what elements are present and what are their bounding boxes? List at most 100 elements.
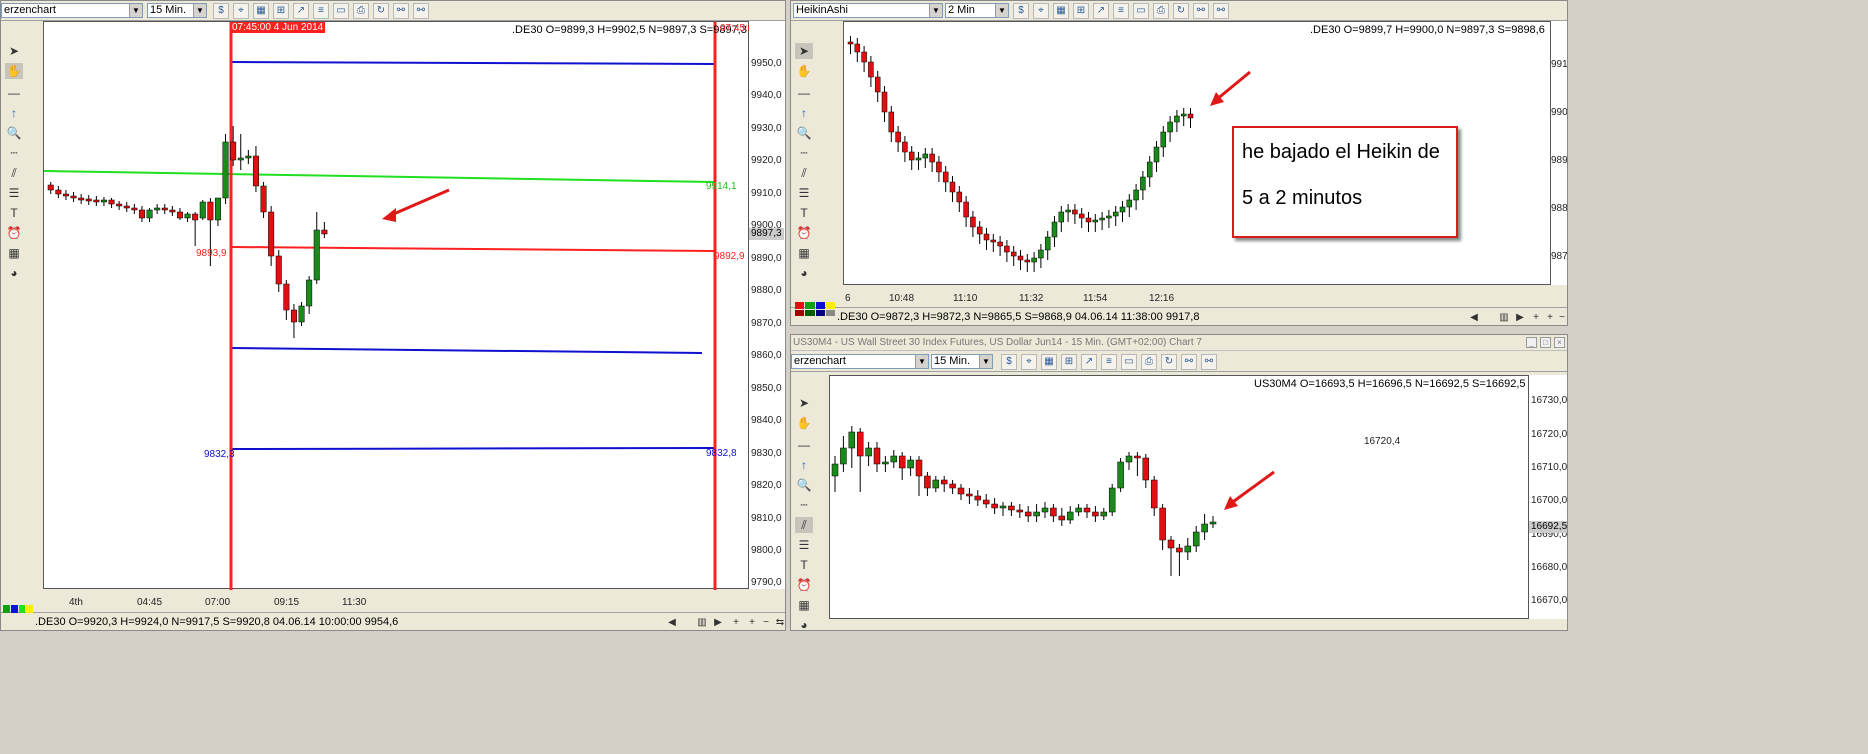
link-icon[interactable]: ⚯ (393, 3, 409, 19)
list-icon[interactable]: ≡ (1101, 354, 1117, 370)
trend-icon[interactable]: ↗ (293, 3, 309, 19)
scroll-right-icon[interactable]: ▶ (711, 616, 725, 629)
dollar-icon[interactable]: $ (1013, 3, 1029, 19)
list-icon[interactable]: ≡ (313, 3, 329, 19)
zoom-icon[interactable]: 🔍 (795, 477, 813, 493)
maximize-icon[interactable]: □ (1540, 337, 1551, 348)
minus-icon[interactable]: − (759, 616, 773, 629)
link-icon[interactable]: ⚯ (1181, 354, 1197, 370)
zoom-icon[interactable]: 🔍 (5, 125, 23, 141)
sync-icon[interactable]: ⚯ (1213, 3, 1229, 19)
autoscale-icon[interactable]: ⇆ (773, 616, 785, 629)
fib-icon[interactable]: ⫽ (795, 165, 813, 181)
minus-icon[interactable]: − (1555, 311, 1567, 324)
up-arrow-icon[interactable]: ↑ (795, 457, 813, 473)
grid-icon[interactable]: ▦ (1041, 354, 1057, 370)
interval-select[interactable]: 2 Min ▼ (945, 3, 1009, 18)
grid-icon[interactable]: ▦ (253, 3, 269, 19)
levels-icon[interactable]: ☰ (5, 185, 23, 201)
up-arrow-icon[interactable]: ↑ (5, 105, 23, 121)
refresh-icon[interactable]: ↻ (1161, 354, 1177, 370)
candle-body (1044, 236, 1051, 251)
left-chart-window: erzenchart ▼ 15 Min. ▼ $ ⌖ ▦ ⊞ ↗ ≡ ▭ ⎙ ↻ ⚯… (0, 0, 786, 631)
fib-icon[interactable]: ⫽ (795, 517, 813, 533)
levels-icon[interactable]: ☰ (795, 185, 813, 201)
line-tool-icon[interactable]: — (5, 85, 23, 101)
text-tool-icon[interactable]: T (795, 205, 813, 221)
hand-icon[interactable]: ✋ (795, 415, 813, 431)
list-icon[interactable]: ≡ (1113, 3, 1129, 19)
zoom-icon[interactable]: 🔍 (795, 125, 813, 141)
scroll-thumb[interactable]: ▥ (1497, 311, 1511, 324)
dotted-line-icon[interactable]: ┄ (5, 145, 23, 161)
dotted-line-icon[interactable]: ┄ (795, 145, 813, 161)
calculator-icon[interactable]: ▦ (795, 597, 813, 613)
hand-icon[interactable]: ✋ (795, 63, 813, 79)
calculator-icon[interactable]: ▦ (5, 245, 23, 261)
cursor-arrow-icon[interactable]: ➤ (795, 395, 813, 411)
window-title: US30M4 - US Wall Street 30 Index Futures… (791, 335, 1567, 351)
cursor-arrow-icon[interactable]: ➤ (5, 43, 23, 59)
color-swatches[interactable] (795, 302, 835, 316)
chart-type-select[interactable]: erzenchart ▼ (791, 354, 929, 369)
candle-body (854, 43, 861, 53)
trend-icon[interactable]: ↗ (1093, 3, 1109, 19)
grid-icon[interactable]: ▦ (1053, 3, 1069, 19)
minimize-icon[interactable]: _ (1526, 337, 1537, 348)
chart-type-select[interactable]: erzenchart ▼ (1, 3, 143, 18)
heikin-price-chart[interactable]: .DE30 O=9899,7 H=9900,0 N=9897,3 S=9898,… (843, 21, 1551, 285)
print-icon[interactable]: ⎙ (353, 3, 369, 19)
alarm-icon[interactable]: ⏰ (5, 225, 23, 241)
levels-icon[interactable]: ☰ (795, 537, 813, 553)
trend-icon[interactable]: ↗ (1081, 354, 1097, 370)
dollar-icon[interactable]: $ (1001, 354, 1017, 370)
zoom-out-icon[interactable]: + (745, 616, 759, 629)
palette-icon[interactable]: ◕ (5, 265, 23, 281)
text-tool-icon[interactable]: T (5, 205, 23, 221)
calculator-icon[interactable]: ▦ (795, 245, 813, 261)
fib-icon[interactable]: ⫽ (5, 165, 23, 181)
indicator-icon[interactable]: ⊞ (1061, 354, 1077, 370)
pin-icon[interactable]: ⌖ (233, 3, 249, 19)
link-icon[interactable]: ⚯ (1193, 3, 1209, 19)
palette-icon[interactable]: ◕ (795, 617, 813, 630)
up-arrow-icon[interactable]: ↑ (795, 105, 813, 121)
color-swatches[interactable] (3, 605, 33, 613)
print-icon[interactable]: ⎙ (1153, 3, 1169, 19)
zoom-in-icon[interactable]: + (729, 616, 743, 629)
cursor-arrow-icon[interactable]: ➤ (795, 43, 813, 59)
alarm-icon[interactable]: ⏰ (795, 225, 813, 241)
page-icon[interactable]: ▭ (333, 3, 349, 19)
interval-select[interactable]: 15 Min. ▼ (931, 354, 993, 369)
dollar-icon[interactable]: $ (213, 3, 229, 19)
us30-price-chart[interactable]: US30M4 O=16693,5 H=16696,5 N=16692,5 S=1… (829, 375, 1529, 619)
scroll-left-icon[interactable]: ◀ (665, 616, 679, 629)
scroll-right-icon[interactable]: ▶ (1513, 311, 1527, 324)
left-price-chart[interactable]: .DE30 O=9899,3 H=9902,5 N=9897,3 S=9897,… (43, 21, 753, 590)
alarm-icon[interactable]: ⏰ (795, 577, 813, 593)
dotted-line-icon[interactable]: ┄ (795, 497, 813, 513)
text-tool-icon[interactable]: T (795, 557, 813, 573)
pin-icon[interactable]: ⌖ (1033, 3, 1049, 19)
close-icon[interactable]: × (1554, 337, 1565, 348)
time-tick: 4th (69, 597, 83, 608)
page-icon[interactable]: ▭ (1121, 354, 1137, 370)
hand-icon[interactable]: ✋ (5, 63, 23, 79)
chart-type-select[interactable]: HeikinAshi ▼ (793, 3, 943, 18)
sync-icon[interactable]: ⚯ (1201, 354, 1217, 370)
indicator-icon[interactable]: ⊞ (1073, 3, 1089, 19)
sync-icon[interactable]: ⚯ (413, 3, 429, 19)
refresh-icon[interactable]: ↻ (1173, 3, 1189, 19)
page-icon[interactable]: ▭ (1133, 3, 1149, 19)
print-icon[interactable]: ⎙ (1141, 354, 1157, 370)
scroll-thumb[interactable]: ▥ (695, 616, 709, 629)
line-tool-icon[interactable]: — (795, 437, 813, 453)
pin-icon[interactable]: ⌖ (1021, 354, 1037, 370)
refresh-icon[interactable]: ↻ (373, 3, 389, 19)
interval-select[interactable]: 15 Min. ▼ (147, 3, 207, 18)
palette-icon[interactable]: ◕ (795, 265, 813, 281)
scroll-left-icon[interactable]: ◀ (1467, 311, 1481, 324)
zoom-in-icon[interactable]: + (1529, 311, 1543, 324)
line-tool-icon[interactable]: — (795, 85, 813, 101)
indicator-icon[interactable]: ⊞ (273, 3, 289, 19)
